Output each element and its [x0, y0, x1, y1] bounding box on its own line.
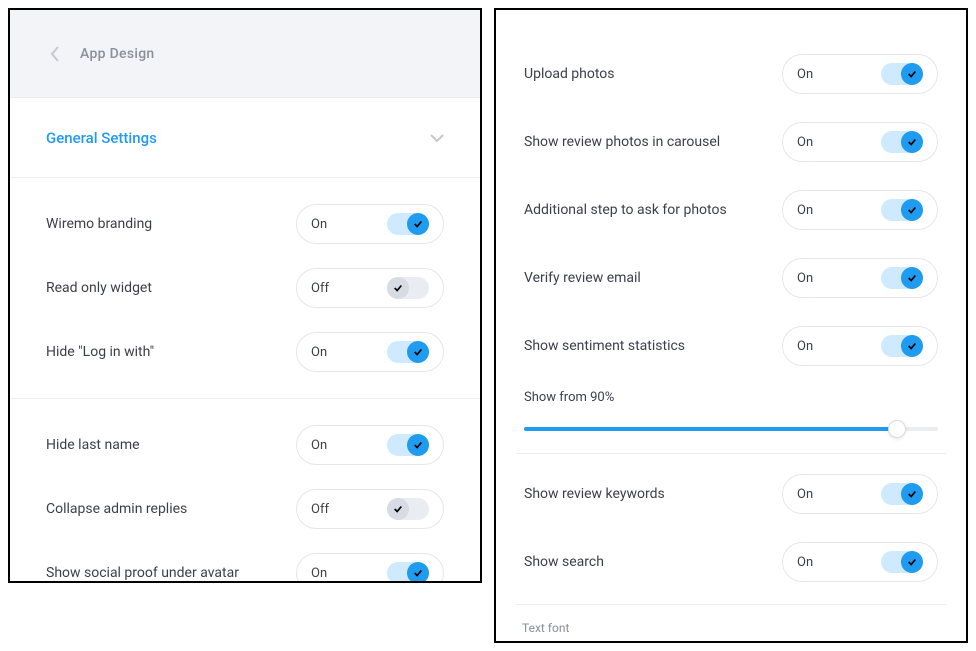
toggle-search[interactable]: On [782, 542, 938, 582]
label-askphotos: Additional step to ask for photos [524, 202, 727, 218]
toggle-hidelogin[interactable]: On [296, 332, 444, 372]
section-title: General Settings [46, 129, 157, 147]
toggle-state-text: On [311, 217, 327, 232]
chevron-down-icon [430, 133, 444, 143]
label-search: Show search [524, 554, 604, 570]
label-verify: Verify review email [524, 270, 641, 286]
label-upload: Upload photos [524, 66, 615, 82]
slider-thumb[interactable] [888, 420, 906, 438]
toggle-state-text: On [797, 135, 813, 150]
toggle-hidelast[interactable]: On [296, 425, 444, 465]
header-title: App Design [80, 46, 155, 62]
header-back[interactable]: App Design [10, 10, 480, 98]
label-readonly: Read only widget [46, 280, 152, 296]
toggle-state-text: On [311, 438, 327, 453]
label-social: Show social proof under avatar [46, 565, 239, 581]
toggle-state-text: On [311, 345, 327, 360]
label-collapse: Collapse admin replies [46, 501, 187, 517]
toggle-state-text: On [797, 67, 813, 82]
toggle-upload[interactable]: On [782, 54, 938, 94]
toggle-state-text: On [797, 555, 813, 570]
label-hidelogin: Hide "Log in with" [46, 344, 154, 360]
toggle-state-text: Off [311, 502, 329, 517]
toggle-state-text: On [311, 566, 327, 581]
slider-label: Show from 90% [524, 390, 938, 405]
label-branding: Wiremo branding [46, 216, 152, 232]
toggle-state-text: On [797, 339, 813, 354]
toggle-verify[interactable]: On [782, 258, 938, 298]
toggle-branding[interactable]: On [296, 204, 444, 244]
toggle-state-text: On [797, 271, 813, 286]
toggle-collapse[interactable]: Off [296, 489, 444, 529]
label-carousel: Show review photos in carousel [524, 134, 720, 150]
toggle-carousel[interactable]: On [782, 122, 938, 162]
toggle-social[interactable]: On [296, 553, 444, 583]
toggle-keywords[interactable]: On [782, 474, 938, 514]
label-keywords: Show review keywords [524, 486, 665, 502]
sentiment-threshold-slider[interactable] [524, 427, 938, 431]
label-sentiment: Show sentiment statistics [524, 338, 685, 354]
toggle-sentiment[interactable]: On [782, 326, 938, 366]
chevron-left-icon [50, 46, 60, 62]
label-hidelast: Hide last name [46, 437, 140, 453]
toggle-askphotos[interactable]: On [782, 190, 938, 230]
font-section-label: Text font [516, 621, 946, 643]
toggle-state-text: On [797, 203, 813, 218]
toggle-readonly[interactable]: Off [296, 268, 444, 308]
toggle-state-text: On [797, 487, 813, 502]
toggle-state-text: Off [311, 281, 329, 296]
section-general-settings[interactable]: General Settings [10, 98, 480, 178]
slider-fill [524, 427, 897, 431]
